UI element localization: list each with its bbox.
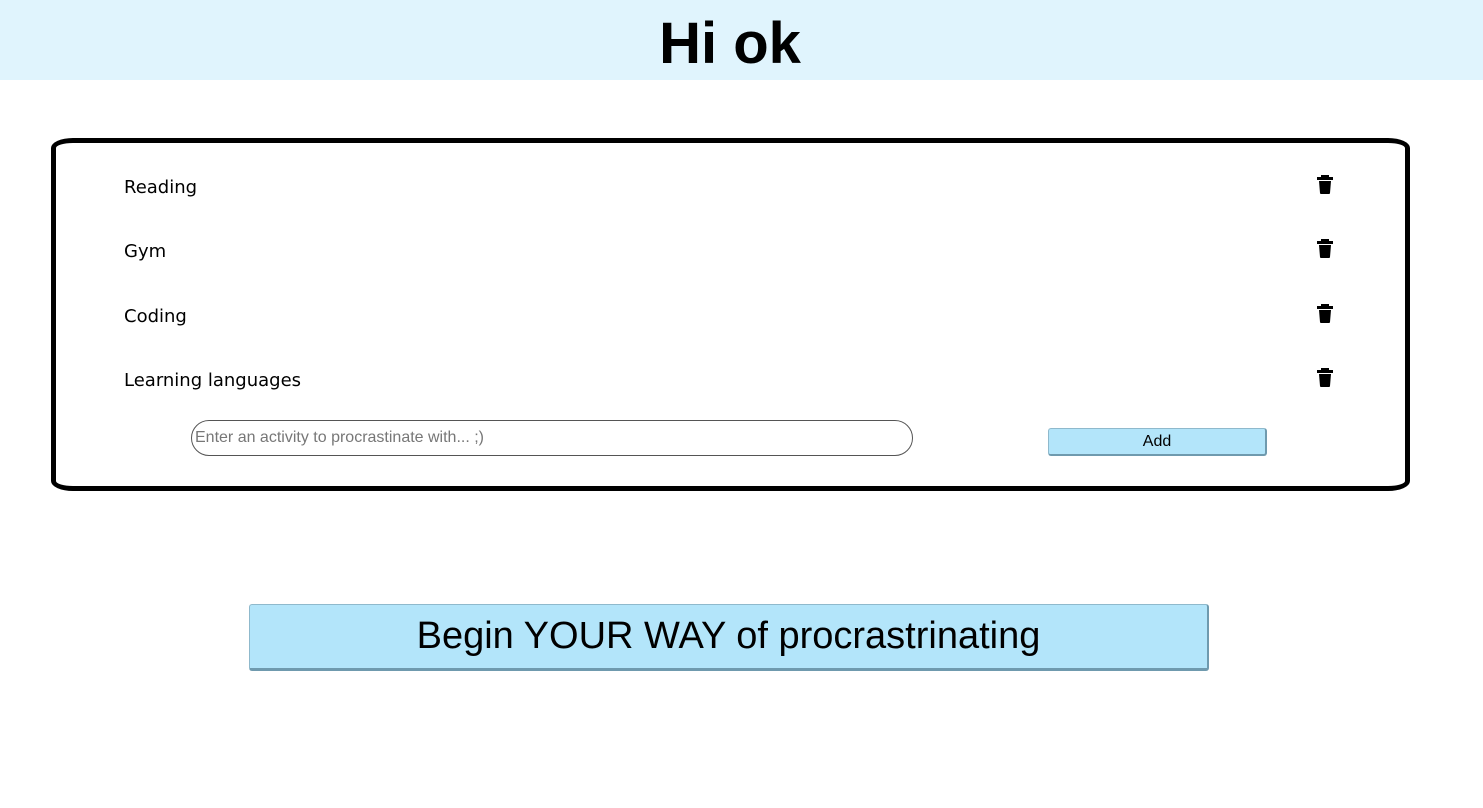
trash-icon [1317,368,1333,387]
header-bar: Hi ok [0,0,1483,80]
activity-panel: Reading Gym Coding Learning languages En… [51,138,1410,491]
activity-label: Gym [124,241,167,262]
trash-icon [1317,304,1333,323]
delete-activity-button[interactable] [1313,172,1337,198]
activity-label: Reading [124,177,198,198]
activity-row: Learning languages [56,362,1405,402]
begin-procrastinating-button[interactable]: Begin YOUR WAY of procrastrinating [249,604,1209,671]
add-button[interactable]: Add [1048,428,1267,456]
activity-label: Learning languages [124,370,302,391]
activity-row: Gym [56,233,1405,273]
delete-activity-button[interactable] [1313,365,1337,391]
delete-activity-button[interactable] [1313,301,1337,327]
trash-icon [1317,239,1333,258]
activity-row: Coding [56,298,1405,338]
activity-input[interactable] [191,420,913,456]
activity-row: Reading [56,169,1405,209]
activity-label: Coding [124,306,187,327]
trash-icon [1317,175,1333,194]
delete-activity-button[interactable] [1313,236,1337,262]
page-title: Hi ok [659,11,801,76]
